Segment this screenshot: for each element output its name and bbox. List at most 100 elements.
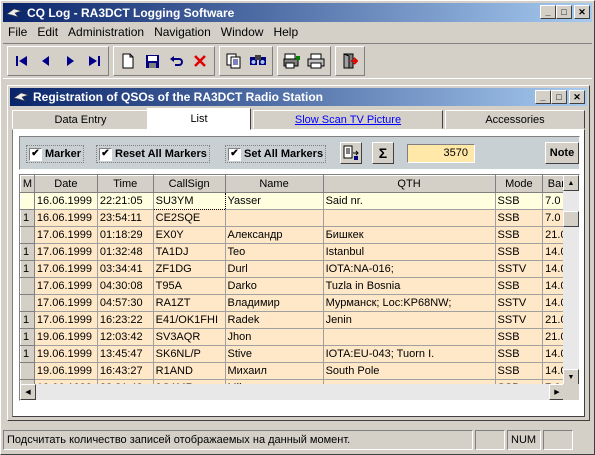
cell-mode[interactable]: SSTV bbox=[495, 294, 544, 312]
table-row[interactable]: 17.06.1999 01:18:29 EX0Y Александр Бишкек SSB… bbox=[20, 226, 579, 244]
first-record-icon[interactable] bbox=[11, 49, 33, 73]
delete-icon[interactable] bbox=[189, 49, 211, 73]
close-button[interactable]: ✕ bbox=[574, 5, 590, 19]
scroll-down-icon[interactable]: ▼ bbox=[563, 369, 579, 385]
cell-callsign[interactable]: CE2SQE bbox=[153, 209, 226, 227]
cell-mode[interactable]: SSB bbox=[495, 362, 544, 380]
cell-time[interactable]: 22:21:05 bbox=[97, 192, 154, 210]
cell-mode[interactable]: SSB bbox=[495, 209, 544, 227]
cell-m[interactable]: 1 bbox=[20, 260, 35, 278]
cell-name[interactable]: Darko bbox=[225, 277, 324, 295]
table-row[interactable]: 1 17.06.1999 03:34:41 ZF1DG Durl IOTA:NA-016;… bbox=[20, 260, 579, 278]
new-record-icon[interactable] bbox=[117, 49, 139, 73]
tab-data-entry[interactable]: Data Entry bbox=[12, 110, 149, 129]
cell-time[interactable]: 16:43:27 bbox=[97, 362, 154, 380]
exit-icon[interactable] bbox=[339, 49, 361, 73]
cell-date[interactable]: 19.06.1999 bbox=[34, 345, 98, 363]
menu-window[interactable]: Window bbox=[216, 25, 269, 39]
copy-icon[interactable] bbox=[223, 49, 245, 73]
menu-navigation[interactable]: Navigation bbox=[149, 25, 216, 39]
last-record-icon[interactable] bbox=[83, 49, 105, 73]
cell-name[interactable]: Radek bbox=[225, 311, 324, 329]
cell-callsign[interactable]: T95A bbox=[153, 277, 226, 295]
menu-administration[interactable]: Administration bbox=[63, 25, 149, 39]
cell-callsign[interactable]: SU3YM bbox=[152, 192, 226, 210]
maximize-button[interactable]: □ bbox=[556, 5, 572, 19]
cell-name[interactable]: Yasser bbox=[225, 192, 324, 210]
note-button[interactable]: Note bbox=[545, 142, 579, 164]
cell-time[interactable]: 23:54:11 bbox=[97, 209, 154, 227]
cell-time[interactable]: 03:34:41 bbox=[97, 260, 154, 278]
column-header-time[interactable]: Time bbox=[96, 175, 154, 193]
cell-qth[interactable]: Said nr. bbox=[323, 192, 496, 210]
cell-mode[interactable]: SSB bbox=[495, 345, 544, 363]
cell-callsign[interactable]: ZF1DG bbox=[153, 260, 226, 278]
print-setup-icon[interactable] bbox=[281, 49, 303, 73]
table-row[interactable]: 17.06.1999 04:30:08 T95A Darko Tuzla in Bosn… bbox=[20, 277, 579, 295]
child-close-button[interactable]: ✕ bbox=[569, 90, 585, 104]
next-record-icon[interactable] bbox=[59, 49, 81, 73]
scroll-up-icon[interactable]: ▲ bbox=[563, 175, 579, 191]
cell-qth[interactable]: Мурманск; Loc:KP68NW; bbox=[323, 294, 496, 312]
cell-mode[interactable]: SSB bbox=[495, 328, 544, 346]
cell-date[interactable]: 16.06.1999 bbox=[34, 192, 98, 210]
cell-callsign[interactable]: R1AND bbox=[153, 362, 226, 380]
child-maximize-button[interactable]: □ bbox=[551, 90, 567, 104]
undo-icon[interactable] bbox=[165, 49, 187, 73]
cell-mode[interactable]: SSB bbox=[495, 277, 544, 295]
cell-time[interactable]: 13:45:47 bbox=[97, 345, 154, 363]
cell-date[interactable]: 17.06.1999 bbox=[34, 294, 98, 312]
cell-qth[interactable]: IOTA:NA-016; bbox=[323, 260, 496, 278]
cell-callsign[interactable]: EX0Y bbox=[153, 226, 226, 244]
tab-list[interactable]: List bbox=[147, 108, 251, 130]
vertical-scroll-thumb[interactable] bbox=[563, 211, 579, 227]
cell-name[interactable]: Владимир bbox=[225, 294, 324, 312]
cell-m[interactable] bbox=[20, 294, 35, 312]
minimize-button[interactable]: _ bbox=[540, 5, 556, 19]
table-row[interactable]: 1 16.06.1999 23:54:11 CE2SQE SSB 7.0 bbox=[20, 209, 579, 227]
cell-time[interactable]: 01:18:29 bbox=[97, 226, 154, 244]
save-icon[interactable] bbox=[141, 49, 163, 73]
cell-qth[interactable]: Бишкек bbox=[323, 226, 496, 244]
cell-qth[interactable] bbox=[323, 328, 496, 346]
cell-date[interactable]: 17.06.1999 bbox=[34, 260, 98, 278]
cell-time[interactable]: 16:23:22 bbox=[97, 311, 154, 329]
cell-qth[interactable]: South Pole bbox=[323, 362, 496, 380]
cell-callsign[interactable]: RA1ZT bbox=[153, 294, 226, 312]
cell-date[interactable]: 16.06.1999 bbox=[34, 209, 98, 227]
cell-name[interactable]: Durl bbox=[225, 260, 324, 278]
menu-help[interactable]: Help bbox=[268, 25, 303, 39]
cell-qth[interactable]: Jenin bbox=[323, 311, 496, 329]
menu-edit[interactable]: Edit bbox=[32, 25, 63, 39]
cell-m[interactable]: 1 bbox=[20, 345, 35, 363]
tab-slow-scan-tv[interactable]: Slow Scan TV Picture bbox=[253, 110, 443, 129]
cell-m[interactable] bbox=[20, 362, 35, 380]
column-header-m[interactable]: M bbox=[20, 175, 35, 193]
cell-m[interactable]: 1 bbox=[20, 328, 35, 346]
horizontal-scrollbar[interactable]: ◀ ▶ bbox=[20, 384, 565, 400]
cell-date[interactable]: 17.06.1999 bbox=[34, 243, 98, 261]
cell-name[interactable]: Jhon bbox=[225, 328, 324, 346]
cell-date[interactable]: 19.06.1999 bbox=[34, 328, 98, 346]
cell-callsign[interactable]: SK6NL/P bbox=[153, 345, 226, 363]
cell-name[interactable] bbox=[225, 209, 324, 227]
reset-markers-checkbox[interactable]: ✔ Reset All Markers bbox=[96, 145, 210, 163]
column-header-mode[interactable]: Mode bbox=[494, 175, 544, 193]
tab-accessories[interactable]: Accessories bbox=[445, 110, 585, 129]
cell-mode[interactable]: SSTV bbox=[495, 311, 544, 329]
prev-record-icon[interactable] bbox=[35, 49, 57, 73]
cell-time[interactable]: 12:03:42 bbox=[97, 328, 154, 346]
cell-qth[interactable]: Istanbul bbox=[323, 243, 496, 261]
cell-callsign[interactable]: TA1DJ bbox=[153, 243, 226, 261]
column-header-name[interactable]: Name bbox=[224, 175, 324, 193]
cell-m[interactable]: 1 bbox=[20, 209, 35, 227]
cell-name[interactable]: Михаил bbox=[225, 362, 324, 380]
cell-time[interactable]: 01:32:48 bbox=[97, 243, 154, 261]
column-header-qth[interactable]: QTH bbox=[322, 175, 496, 193]
cell-m[interactable] bbox=[20, 277, 35, 295]
cell-name[interactable]: Stive bbox=[225, 345, 324, 363]
column-header-callsign[interactable]: CallSign bbox=[152, 175, 226, 193]
marker-checkbox[interactable]: ✔ Marker bbox=[26, 145, 85, 163]
cell-date[interactable]: 17.06.1999 bbox=[34, 226, 98, 244]
cell-mode[interactable]: SSTV bbox=[495, 260, 544, 278]
